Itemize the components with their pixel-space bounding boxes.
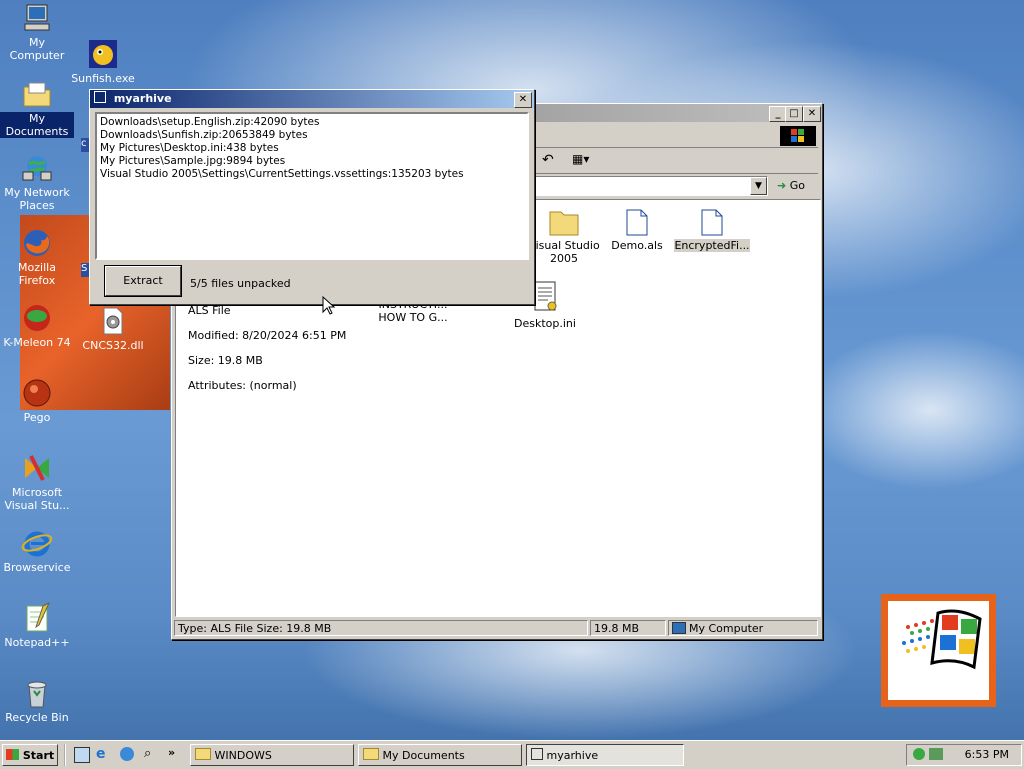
desktop-icon-my-computer[interactable]: My Computer xyxy=(0,2,74,62)
gear-icon xyxy=(103,307,123,335)
dialog-titlebar[interactable]: myarhive ✕ xyxy=(90,90,534,108)
computer-icon xyxy=(24,4,50,31)
desktop-icon-recycle-bin[interactable]: Recycle Bin xyxy=(0,677,74,724)
folder-icon xyxy=(195,748,211,760)
desktop-icon-firefox[interactable]: Mozilla Firefox xyxy=(0,227,74,287)
list-item[interactable]: Downloads\setup.English.zip:42090 bytes xyxy=(100,116,524,129)
windows-logo xyxy=(881,594,996,707)
windows-throbber-icon xyxy=(780,126,816,146)
als-file-icon xyxy=(626,209,648,236)
address-dropdown-button[interactable]: ▼ xyxy=(750,177,767,195)
extract-button[interactable]: Extract xyxy=(104,265,182,297)
views-icon[interactable]: ▦▾ xyxy=(572,152,589,166)
desktop-icon-network-places[interactable]: My Network Places xyxy=(0,152,74,212)
desktop-icon-browservice[interactable]: Browservice xyxy=(0,527,74,574)
system-tray: 6:53 PM xyxy=(906,744,1022,766)
app-icon xyxy=(94,91,106,103)
quicklaunch-more-button[interactable]: » xyxy=(168,746,175,759)
quicklaunch: e ⌕ » xyxy=(64,744,188,766)
desktop-icon-pego[interactable]: Pego xyxy=(0,377,74,424)
status-type-size: Type: ALS File Size: 19.8 MB xyxy=(174,620,588,636)
undo-icon[interactable]: ↶ xyxy=(542,152,554,168)
file-list[interactable]: Downloads\setup.English.zip:42090 bytes … xyxy=(95,112,529,260)
file-item-encrypted[interactable]: EncryptedFi... xyxy=(667,208,757,252)
desktop-icon-k-meleon[interactable]: K-Meleon 74 xyxy=(0,302,74,349)
go-button[interactable]: ➜ Go xyxy=(777,177,805,195)
details-modified: Modified: 8/20/2024 6:51 PM xyxy=(188,329,347,342)
task-windows[interactable]: WINDOWS xyxy=(190,744,354,766)
details-size: Size: 19.8 MB xyxy=(188,354,263,367)
notepad-icon xyxy=(26,602,51,632)
network-icon xyxy=(22,156,52,181)
folder-icon xyxy=(549,211,579,236)
dialog-status: 5/5 files unpacked xyxy=(190,277,291,290)
details-attributes: Attributes: (normal) xyxy=(188,379,297,392)
task-my-documents[interactable]: My Documents xyxy=(358,744,522,766)
ie-icon xyxy=(21,531,53,557)
show-desktop-icon[interactable] xyxy=(74,747,90,763)
close-button[interactable]: ✕ xyxy=(803,106,821,122)
details-panel: ALS File Modified: 8/20/2024 6:51 PM Siz… xyxy=(188,304,368,392)
list-item[interactable]: My Pictures\Sample.jpg:9894 bytes xyxy=(100,155,524,168)
start-button[interactable]: Start xyxy=(2,744,58,766)
desktop-icon-sunfish[interactable]: Sunfish.exe xyxy=(66,38,140,85)
taskbar: Start e ⌕ » WINDOWS My Documents myarhiv… xyxy=(0,740,1024,769)
dialog-title: myarhive xyxy=(113,92,172,105)
network-icon[interactable] xyxy=(120,747,134,761)
recycle-bin-icon xyxy=(27,681,47,708)
app-icon xyxy=(531,748,543,760)
search-icon[interactable]: ⌕ xyxy=(144,746,151,761)
encrypted-file-icon xyxy=(701,209,723,236)
status-zone: My Computer xyxy=(668,620,818,636)
tray-app-icon[interactable] xyxy=(913,748,925,760)
pego-icon xyxy=(23,379,51,407)
desktop-icon-fragment: c xyxy=(81,138,89,152)
folder-icon xyxy=(363,748,379,760)
details-type: ALS File xyxy=(188,304,231,317)
firefox-icon xyxy=(24,230,50,256)
tray-network-icon[interactable] xyxy=(929,748,943,760)
kmeleon-icon xyxy=(24,305,50,331)
desktop-icon-notepadpp[interactable]: Notepad++ xyxy=(0,602,74,649)
visual-studio-icon xyxy=(25,455,49,481)
list-item[interactable]: Visual Studio 2005\Settings\CurrentSetti… xyxy=(100,168,524,181)
desktop-icon-fragment: S xyxy=(81,263,89,277)
folder-icon xyxy=(23,82,51,107)
maximize-button[interactable]: □ xyxy=(785,106,803,122)
mouse-cursor-icon xyxy=(322,296,336,315)
go-arrow-icon: ➜ xyxy=(777,179,787,192)
explorer-statusbar: Type: ALS File Size: 19.8 MB 19.8 MB My … xyxy=(174,620,820,637)
list-item[interactable]: Downloads\Sunfish.zip:20653849 bytes xyxy=(100,129,524,142)
dialog-close-button[interactable]: ✕ xyxy=(514,92,532,108)
clock: 6:53 PM xyxy=(964,748,1009,761)
desktop-icon-cncs32[interactable]: CNCS32.dll xyxy=(76,305,150,352)
windows-flag-icon xyxy=(6,749,19,760)
desktop-icon-my-documents[interactable]: My Documents xyxy=(0,78,74,138)
list-item[interactable]: My Pictures\Desktop.ini:438 bytes xyxy=(100,142,524,155)
task-myarhive[interactable]: myarhive xyxy=(526,744,684,766)
ie-icon[interactable]: e xyxy=(96,746,106,762)
computer-icon xyxy=(672,622,686,634)
myarhive-dialog[interactable]: myarhive ✕ Downloads\setup.English.zip:4… xyxy=(89,89,535,305)
status-size: 19.8 MB xyxy=(590,620,666,636)
fish-icon xyxy=(89,40,117,68)
desktop-icon-visual-studio[interactable]: Microsoft Visual Stu... xyxy=(0,452,74,512)
